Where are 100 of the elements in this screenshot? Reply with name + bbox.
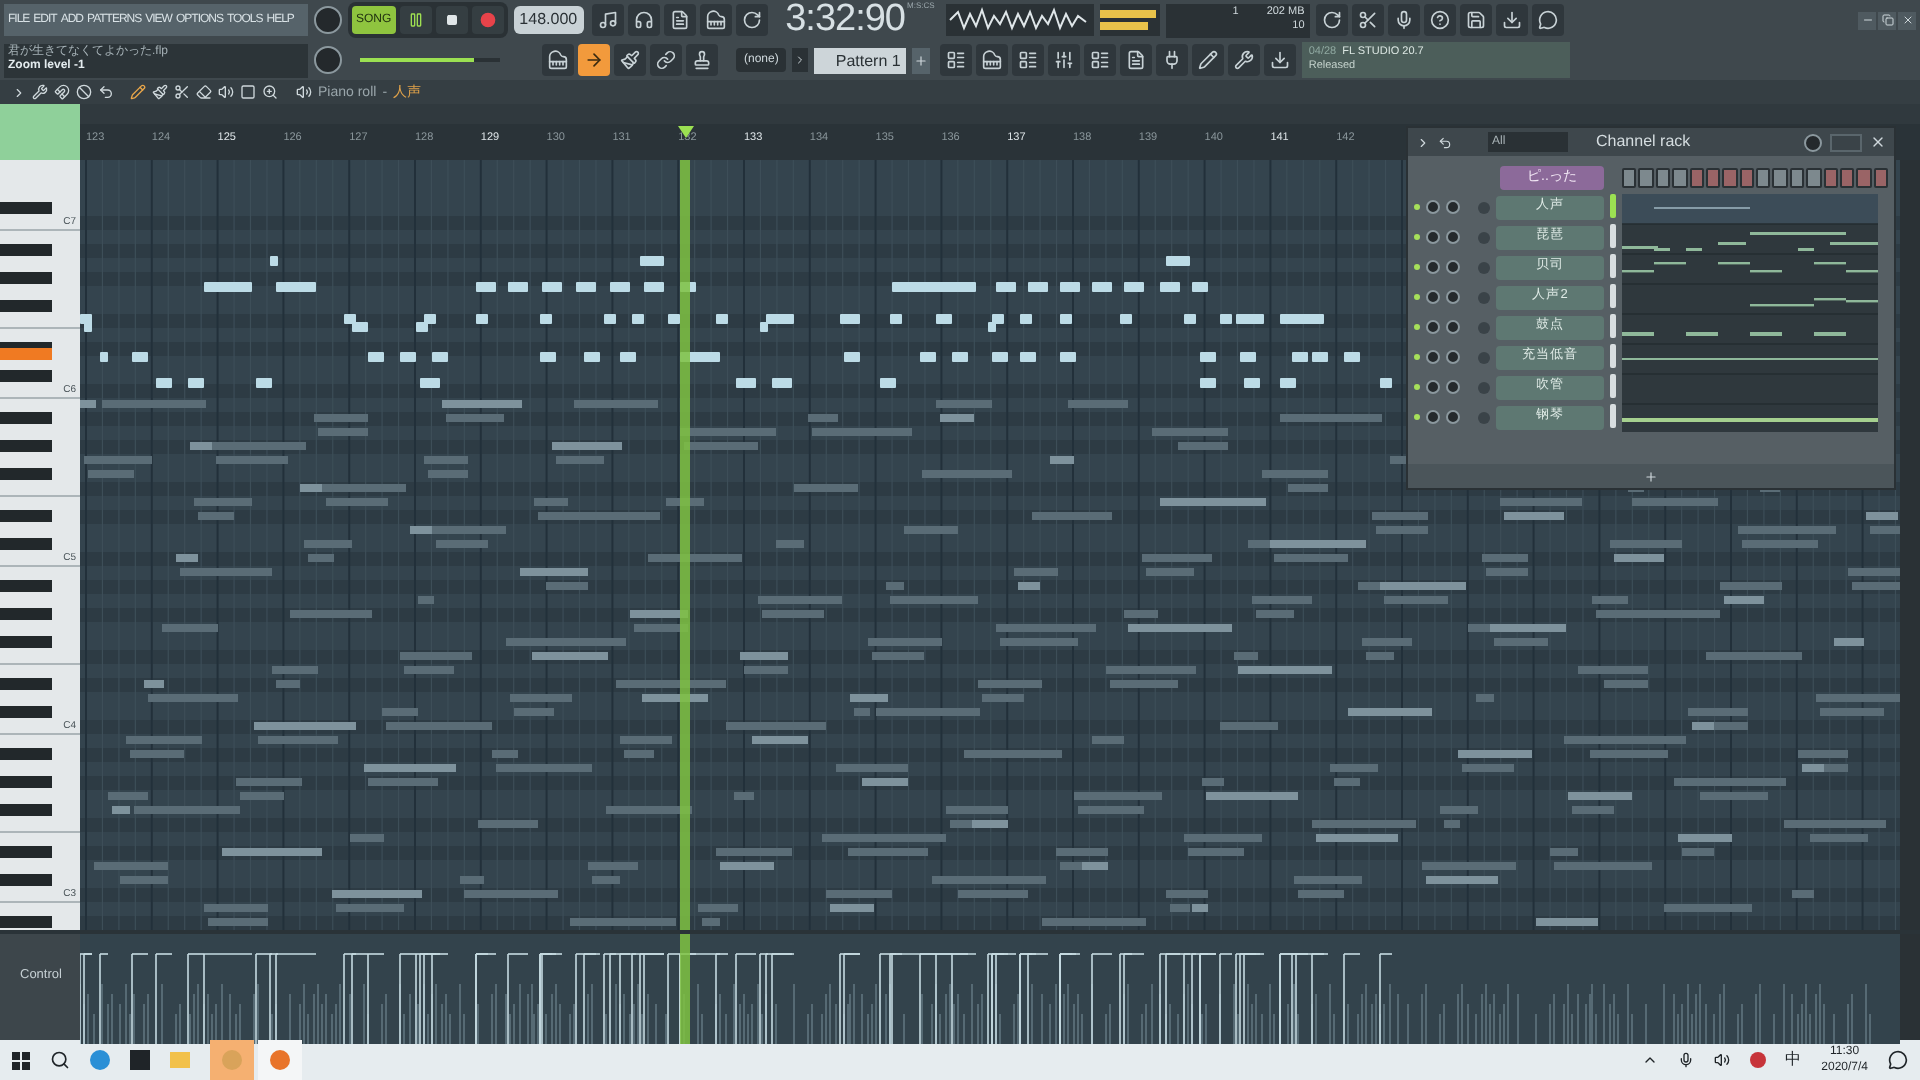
eraser-icon[interactable] (196, 84, 212, 100)
mixer-track-knob[interactable] (1478, 201, 1490, 213)
main-pitch-knob[interactable] (314, 6, 342, 34)
channel-select-indicator[interactable] (1610, 404, 1616, 428)
channel-led[interactable] (1414, 294, 1420, 300)
close-icon[interactable] (1870, 134, 1886, 150)
channel-select-indicator[interactable] (1610, 374, 1616, 398)
lane-scrollbar[interactable] (1900, 934, 1920, 1040)
pan-knob[interactable] (1426, 200, 1440, 214)
undo-icon[interactable] (1438, 135, 1452, 149)
playlist-button[interactable] (940, 44, 973, 76)
refresh-button[interactable] (1316, 4, 1349, 36)
volume-knob[interactable] (1446, 260, 1460, 274)
tool-button[interactable] (1228, 44, 1261, 76)
volume-knob[interactable] (1446, 290, 1460, 304)
pan-knob[interactable] (1426, 290, 1440, 304)
volume-knob[interactable] (1446, 320, 1460, 334)
channel-led[interactable] (1414, 384, 1420, 390)
select-icon[interactable] (240, 84, 256, 100)
save-button[interactable] (1460, 4, 1493, 36)
play-button[interactable] (399, 6, 432, 34)
windows-logo-icon[interactable] (12, 1051, 30, 1069)
browser-tool-button[interactable] (542, 44, 574, 76)
channel-select-indicator[interactable] (1610, 224, 1616, 248)
browser-tool-button[interactable] (650, 44, 682, 76)
speaker-icon[interactable] (296, 84, 312, 100)
channel-led[interactable] (1414, 264, 1420, 270)
scissors-icon[interactable] (174, 84, 190, 100)
channel-led[interactable] (1414, 414, 1420, 420)
caret-icon[interactable] (12, 85, 26, 99)
help-button[interactable] (1424, 4, 1457, 36)
channel-led[interactable] (1414, 354, 1420, 360)
stop-button[interactable] (435, 6, 468, 34)
app-tile[interactable] (210, 1040, 254, 1080)
channel-select-indicator[interactable] (1610, 284, 1616, 308)
pan-knob[interactable] (1426, 320, 1440, 334)
wrench-icon[interactable] (32, 84, 48, 100)
undo-icon[interactable] (98, 84, 114, 100)
mixer-track-knob[interactable] (1478, 261, 1490, 273)
channel-select-indicator[interactable] (1610, 344, 1616, 368)
channel-led[interactable] (1414, 324, 1420, 330)
cut-button[interactable] (1352, 4, 1385, 36)
volume-knob[interactable] (1446, 230, 1460, 244)
pan-knob[interactable] (1426, 410, 1440, 424)
channel-select-indicator[interactable] (1610, 314, 1616, 338)
master-pitch-knob[interactable] (314, 46, 342, 74)
mixer-track-knob[interactable] (1478, 321, 1490, 333)
pan-knob[interactable] (1426, 260, 1440, 274)
plugin-button[interactable] (1156, 44, 1189, 76)
volume-knob[interactable] (1446, 380, 1460, 394)
steps-field[interactable] (1830, 133, 1862, 151)
pan-knob[interactable] (1426, 350, 1440, 364)
restore-button[interactable] (1878, 11, 1896, 29)
chat-button[interactable] (1532, 4, 1565, 36)
pan-knob[interactable] (1426, 230, 1440, 244)
browser-tool-button[interactable] (686, 44, 718, 76)
mixer-track-knob[interactable] (1478, 231, 1490, 243)
piano-roll-button[interactable] (976, 44, 1009, 76)
pattern-selector[interactable]: Pattern 1 (814, 47, 907, 73)
metronome-button[interactable] (591, 4, 624, 36)
mixer-track-knob[interactable] (1478, 351, 1490, 363)
record-audio-button[interactable] (1388, 4, 1421, 36)
pattern-arrow-button[interactable] (792, 48, 809, 72)
minimize-button[interactable] (1858, 11, 1876, 29)
mixer-button[interactable] (1048, 44, 1081, 76)
fl-studio-app-tile[interactable] (258, 1040, 302, 1080)
add-pattern-button[interactable] (912, 47, 931, 73)
master-volume-slider[interactable] (360, 52, 500, 68)
mixer-track-knob[interactable] (1478, 381, 1490, 393)
browser-app-icon[interactable] (90, 1050, 110, 1070)
channel-led[interactable] (1414, 204, 1420, 210)
ime-indicator[interactable]: 中 (1785, 1052, 1802, 1068)
pan-knob[interactable] (1426, 380, 1440, 394)
tempo-display[interactable]: 148.000 (513, 6, 584, 34)
download-button[interactable] (1264, 44, 1297, 76)
caret-icon[interactable] (1416, 135, 1430, 149)
mixer-track-knob[interactable] (1478, 291, 1490, 303)
speaker-icon[interactable] (1713, 1052, 1730, 1068)
swing-knob[interactable] (1804, 133, 1822, 151)
volume-knob[interactable] (1446, 410, 1460, 424)
browser-tool-button[interactable] (614, 44, 646, 76)
channel-select-indicator[interactable] (1610, 254, 1616, 278)
export-button[interactable] (1496, 4, 1529, 36)
add-channel-icon[interactable] (1644, 469, 1658, 483)
tray-app-icon[interactable] (1749, 1052, 1766, 1068)
circle-icon[interactable] (76, 84, 92, 100)
speaker-icon[interactable] (218, 84, 234, 100)
chevron-icon[interactable] (1641, 1052, 1658, 1068)
record-button[interactable] (471, 6, 504, 34)
loop-record-button[interactable] (735, 4, 768, 36)
brush-icon[interactable] (152, 84, 168, 100)
notification-icon[interactable] (1888, 1050, 1908, 1070)
magnet-icon[interactable] (54, 84, 70, 100)
microphone-icon[interactable] (1677, 1052, 1694, 1068)
volume-knob[interactable] (1446, 200, 1460, 214)
search-icon[interactable] (50, 1050, 70, 1070)
pencil-icon[interactable] (130, 84, 146, 100)
close-button[interactable] (1898, 11, 1916, 29)
browser-tool-button[interactable] (578, 44, 610, 76)
volume-knob[interactable] (1446, 350, 1460, 364)
